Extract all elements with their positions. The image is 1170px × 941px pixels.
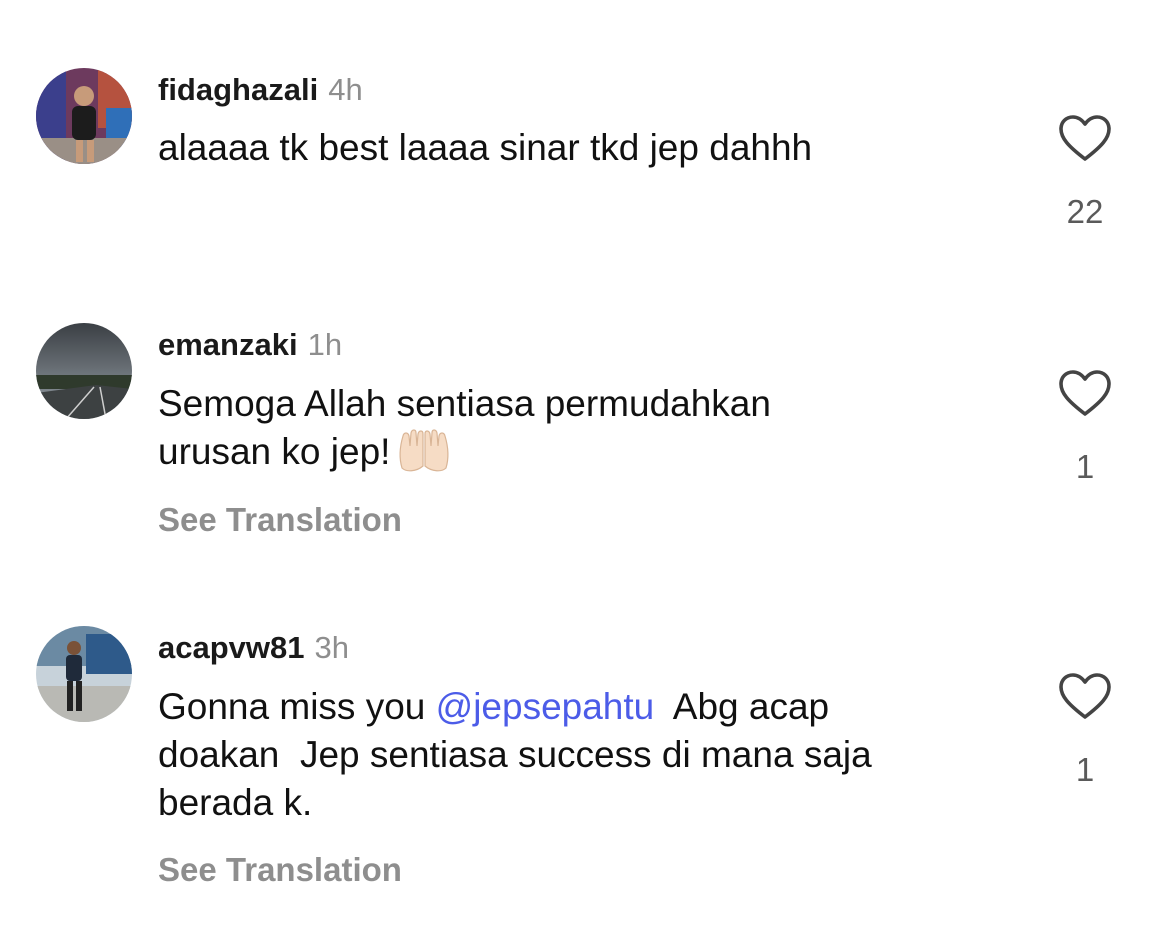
comment-text: alaaaa tk best laaaa sinar tkd jep dahhh — [158, 127, 813, 168]
comment-text-line: Semoga Allah sentiasa permudahkan — [158, 383, 771, 424]
comment-time: 4h — [328, 72, 363, 107]
username[interactable]: emanzaki — [158, 327, 298, 362]
comment-text-part: Abg acap — [654, 686, 830, 727]
raising-hands-emoji-icon — [396, 428, 452, 484]
see-translation-button[interactable]: See Translation — [158, 850, 402, 890]
like-count: 1 — [1075, 751, 1095, 788]
mention-link[interactable]: @jepsepahtu — [436, 686, 655, 727]
heart-icon[interactable] — [1058, 672, 1112, 722]
comment-header: fidaghazali 4h — [158, 70, 363, 110]
heart-icon[interactable] — [1058, 114, 1112, 164]
comment-text-part: Gonna miss you — [158, 686, 436, 727]
comment-text-line: doakan Jep sentiasa success di mana saja — [158, 734, 872, 775]
avatar[interactable] — [36, 323, 132, 419]
like-count: 22 — [1066, 193, 1104, 230]
comment-text-line: berada k. — [158, 782, 313, 823]
comment-text-line: Gonna miss you @jepsepahtu Abg acap — [158, 683, 1018, 731]
comment-text: Gonna miss you @jepsepahtu Abg acap doak… — [158, 683, 1018, 827]
comment-text-part: urusan ko jep! — [158, 431, 391, 472]
like-count: 1 — [1075, 448, 1095, 485]
comment-text-line: urusan ko jep! — [158, 428, 1018, 484]
avatar[interactable] — [36, 68, 132, 164]
comment-time: 1h — [307, 327, 343, 362]
username[interactable]: fidaghazali — [158, 72, 318, 107]
comment-header: emanzaki 1h — [158, 325, 342, 365]
heart-icon[interactable] — [1058, 369, 1112, 419]
comment-time: 3h — [314, 630, 349, 665]
comment-text: Semoga Allah sentiasa permudahkan urusan… — [158, 380, 1018, 484]
see-translation-button[interactable]: See Translation — [158, 500, 402, 540]
username[interactable]: acapvw81 — [158, 630, 305, 665]
avatar[interactable] — [36, 626, 132, 722]
comment-header: acapvw81 3h — [158, 628, 349, 668]
